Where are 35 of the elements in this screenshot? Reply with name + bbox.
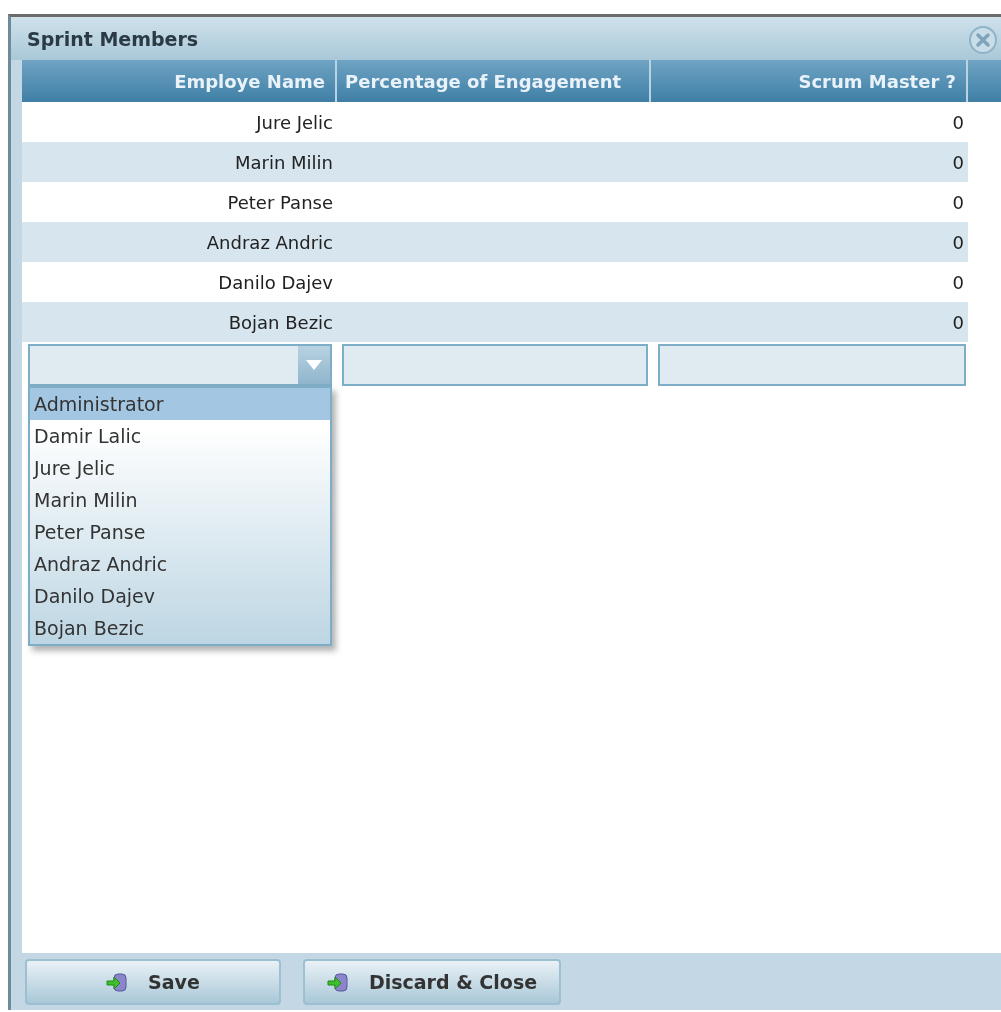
dropdown-option[interactable]: Peter Panse bbox=[30, 516, 330, 548]
dropdown-option[interactable]: Damir Lalic bbox=[30, 420, 330, 452]
table-cell: 0 bbox=[952, 311, 964, 333]
close-icon[interactable] bbox=[968, 25, 998, 55]
dropdown-option[interactable]: Danilo Dajev bbox=[30, 580, 330, 612]
table-cell: 0 bbox=[952, 271, 964, 293]
percentage-field[interactable] bbox=[342, 344, 648, 386]
action-button[interactable]: Discard & Close bbox=[303, 959, 561, 1005]
table-row[interactable]: Peter Panse 0 bbox=[22, 182, 968, 222]
dropdown-option[interactable]: Marin Milin bbox=[30, 484, 330, 516]
table-row[interactable]: Jure Jelic 0 bbox=[22, 102, 968, 142]
table-cell: Danilo Dajev bbox=[218, 271, 333, 293]
dropdown-option[interactable]: Administrator bbox=[30, 388, 330, 420]
dropdown-option[interactable]: Bojan Bezic bbox=[30, 612, 330, 644]
table-row[interactable]: Marin Milin 0 bbox=[22, 142, 968, 182]
table-cell: Peter Panse bbox=[227, 191, 333, 213]
table-cell: Marin Milin bbox=[234, 151, 333, 173]
table-cell: Andraz Andric bbox=[206, 231, 333, 253]
table-cell: 0 bbox=[952, 191, 964, 213]
window-title: Sprint Members bbox=[27, 27, 199, 50]
table-cell: 0 bbox=[952, 151, 964, 173]
table-cell: 0 bbox=[952, 111, 964, 133]
table-cell: Jure Jelic bbox=[256, 111, 333, 133]
table-row[interactable]: Andraz Andric 0 bbox=[22, 222, 968, 262]
dropdown-option[interactable]: Jure Jelic bbox=[30, 452, 330, 484]
action-button[interactable]: Save bbox=[25, 959, 281, 1005]
caret-icon bbox=[306, 360, 322, 370]
dropdown-trigger[interactable] bbox=[298, 346, 330, 384]
table-cell: 0 bbox=[952, 231, 964, 253]
employee-combo-field[interactable] bbox=[28, 344, 332, 386]
table-row[interactable]: Danilo Dajev 0 bbox=[22, 262, 968, 302]
table-cell: Bojan Bezic bbox=[228, 311, 333, 333]
dropdown-option[interactable]: Andraz Andric bbox=[30, 548, 330, 580]
table-row[interactable]: Bojan Bezic 0 bbox=[22, 302, 968, 342]
scrum-master-field[interactable] bbox=[658, 344, 966, 386]
